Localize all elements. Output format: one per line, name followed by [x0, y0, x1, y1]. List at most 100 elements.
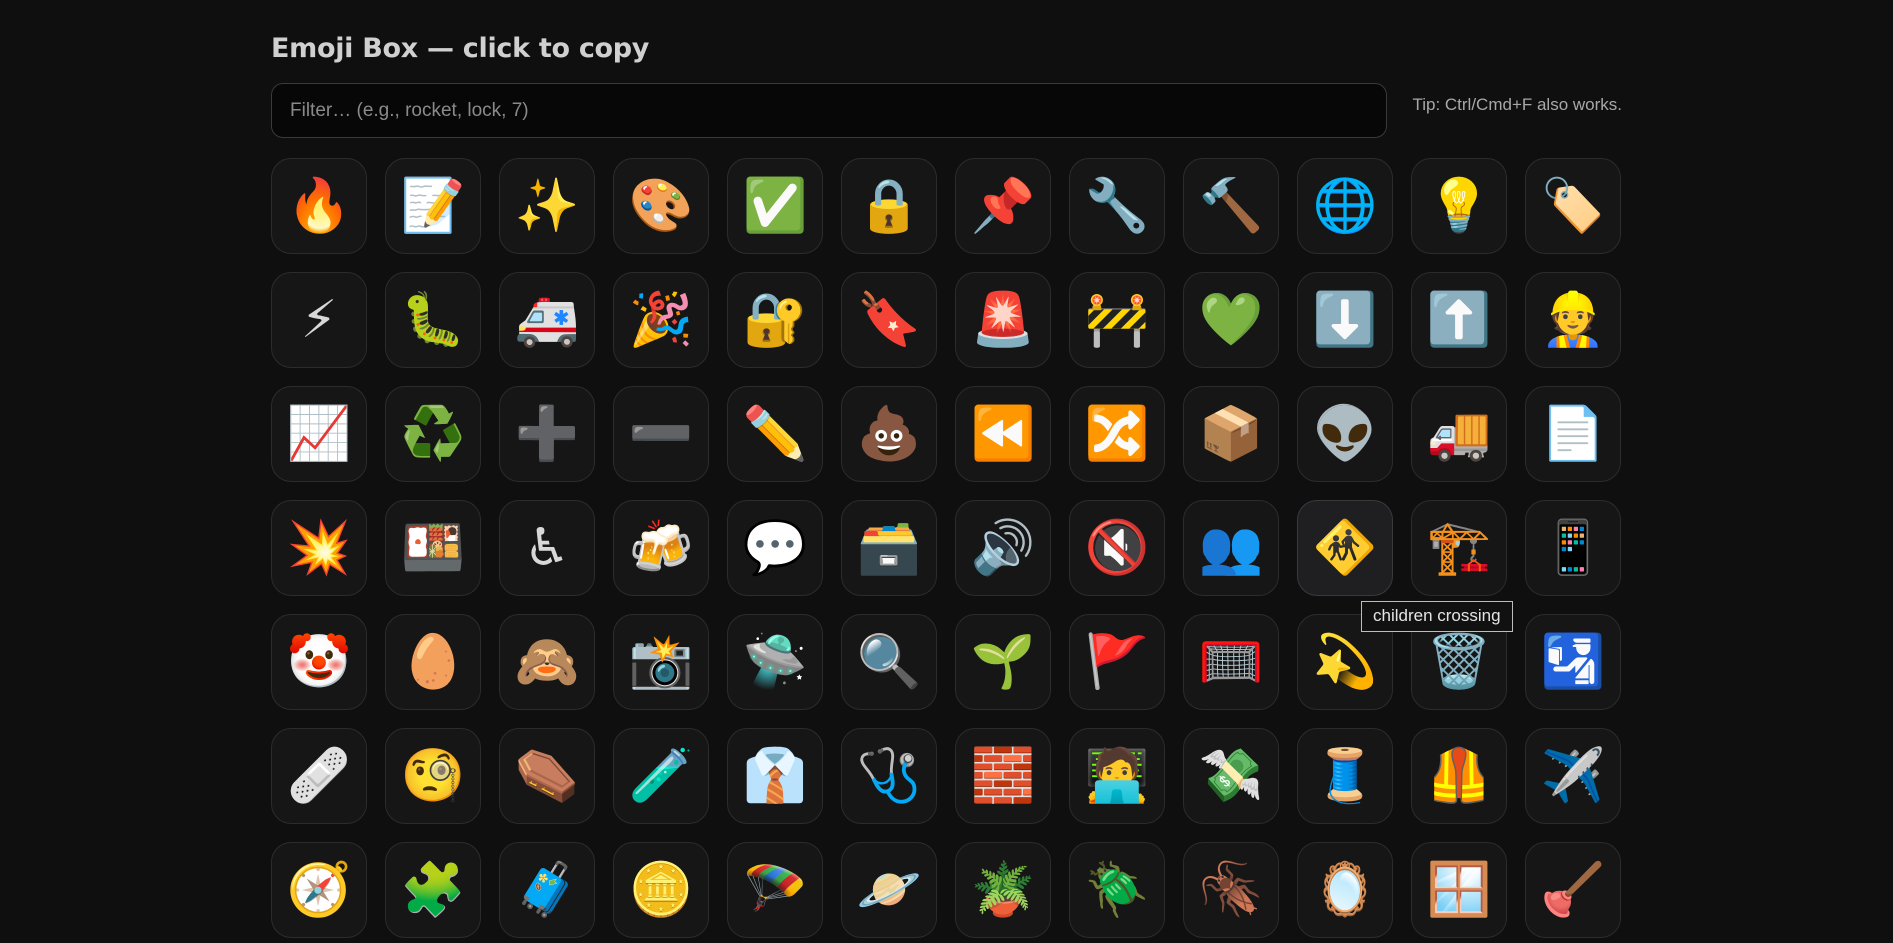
emoji-tile[interactable]: 🚑 [499, 272, 595, 368]
emoji-glyph: 📦 [1198, 404, 1264, 464]
emoji-glyph: 🎉 [628, 290, 694, 350]
emoji-tile[interactable]: 💸 [1183, 728, 1279, 824]
emoji-tile[interactable]: 🗃️ [841, 500, 937, 596]
emoji-tile[interactable]: ✏️ [727, 386, 823, 482]
emoji-glyph: 🔒 [856, 176, 922, 236]
emoji-tile[interactable]: 🪞 [1297, 842, 1393, 938]
emoji-tile[interactable]: ✅ [727, 158, 823, 254]
emoji-tile[interactable]: 🍱 [385, 500, 481, 596]
emoji-tile[interactable]: 🧳 [499, 842, 595, 938]
emoji-tile[interactable]: 🧪 [613, 728, 709, 824]
emoji-tile[interactable]: 🪴 [955, 842, 1051, 938]
emoji-glyph: 🙈 [514, 632, 580, 692]
emoji-tile[interactable]: 🩺 [841, 728, 937, 824]
emoji-tile[interactable]: 👽 [1297, 386, 1393, 482]
emoji-tile[interactable]: 🪳 [1183, 842, 1279, 938]
emoji-tile[interactable]: 🪠 [1525, 842, 1621, 938]
emoji-tile[interactable]: 🧑‍💻 [1069, 728, 1165, 824]
emoji-tile[interactable]: 🔐 [727, 272, 823, 368]
emoji-tile[interactable]: 👥 [1183, 500, 1279, 596]
emoji-tile[interactable]: 🙈 [499, 614, 595, 710]
emoji-tile[interactable]: 🚚 [1411, 386, 1507, 482]
emoji-tile[interactable]: ✈️ [1525, 728, 1621, 824]
emoji-tile[interactable]: 🤡 [271, 614, 367, 710]
emoji-tile[interactable]: 🔒 [841, 158, 937, 254]
emoji-tile[interactable]: ♻️ [385, 386, 481, 482]
emoji-glyph: 💫 [1312, 632, 1378, 692]
emoji-glyph: ✅ [742, 176, 808, 236]
emoji-tile[interactable]: 🚨 [955, 272, 1051, 368]
emoji-tile[interactable]: 🔊 [955, 500, 1051, 596]
emoji-tile[interactable]: ⏪ [955, 386, 1051, 482]
emoji-tile[interactable]: 🚸 [1297, 500, 1393, 596]
emoji-tile[interactable]: 🧩 [385, 842, 481, 938]
emoji-tile[interactable]: 🎉 [613, 272, 709, 368]
emoji-tile[interactable]: 📝 [385, 158, 481, 254]
emoji-tile[interactable]: 💥 [271, 500, 367, 596]
emoji-tile[interactable]: 🏗️ [1411, 500, 1507, 596]
emoji-tile[interactable]: 🧐 [385, 728, 481, 824]
emoji-tile[interactable]: 🥚 [385, 614, 481, 710]
emoji-tile[interactable]: 👷 [1525, 272, 1621, 368]
emoji-tile[interactable]: 📌 [955, 158, 1051, 254]
emoji-tile[interactable]: 🪟 [1411, 842, 1507, 938]
emoji-tile[interactable]: 🔨 [1183, 158, 1279, 254]
emoji-tile[interactable]: 🐛 [385, 272, 481, 368]
emoji-tile[interactable]: 📱 [1525, 500, 1621, 596]
emoji-tile[interactable]: 🦺 [1411, 728, 1507, 824]
emoji-tile[interactable]: ✨ [499, 158, 595, 254]
emoji-glyph: 📸 [628, 632, 694, 692]
filter-input[interactable] [271, 83, 1387, 138]
emoji-tile[interactable]: ➕ [499, 386, 595, 482]
emoji-tile[interactable]: 🚧 [1069, 272, 1165, 368]
emoji-glyph: 🛂 [1540, 632, 1606, 692]
emoji-grid: 🔥 📝 ✨ 🎨 ✅ 🔒 📌 🔧 🔨 🌐 💡 🏷️ ⚡ 🐛 🚑 🎉 🔐 🔖 🚨 🚧 💚 ⬇️ ⬆️ 👷 📈 ♻️ ➕ ➖ ✏️ 💩 ⏪ 🔀 📦 👽 🚚… [271, 158, 1621, 938]
app-container: Emoji Box — click to copy Tip: Ctrl/Cmd+… [271, 30, 1622, 938]
emoji-tile[interactable]: 🌱 [955, 614, 1051, 710]
emoji-tile[interactable]: 🌐 [1297, 158, 1393, 254]
emoji-tile[interactable]: 👔 [727, 728, 823, 824]
emoji-tile[interactable]: 🔀 [1069, 386, 1165, 482]
emoji-tile[interactable]: 💩 [841, 386, 937, 482]
emoji-glyph: ➕ [514, 404, 580, 464]
emoji-tile[interactable]: 💬 [727, 500, 823, 596]
emoji-tile[interactable]: 📈 [271, 386, 367, 482]
emoji-tile[interactable]: 📄 [1525, 386, 1621, 482]
emoji-tile[interactable]: 💚 [1183, 272, 1279, 368]
emoji-tile[interactable]: 🧱 [955, 728, 1051, 824]
emoji-tile[interactable]: ♿ [499, 500, 595, 596]
emoji-tile[interactable]: 🔥 [271, 158, 367, 254]
emoji-tile[interactable]: 📦 [1183, 386, 1279, 482]
emoji-tile[interactable]: ⬆️ [1411, 272, 1507, 368]
emoji-tile[interactable]: 🧭 [271, 842, 367, 938]
emoji-glyph: 🪐 [856, 860, 922, 920]
emoji-tile[interactable]: 🩹 [271, 728, 367, 824]
emoji-tile[interactable]: 🚩 [1069, 614, 1165, 710]
emoji-tile[interactable]: 📸 [613, 614, 709, 710]
emoji-tile[interactable]: 💡 [1411, 158, 1507, 254]
emoji-tile[interactable]: 🪙 [613, 842, 709, 938]
emoji-glyph: 🔧 [1084, 176, 1150, 236]
emoji-tile[interactable]: 🏷️ [1525, 158, 1621, 254]
emoji-tile[interactable]: ⚡ [271, 272, 367, 368]
emoji-tile[interactable]: 🔖 [841, 272, 937, 368]
emoji-glyph: 📄 [1540, 404, 1606, 464]
emoji-glyph: ⬆️ [1426, 290, 1492, 350]
emoji-tile[interactable]: 🛸 [727, 614, 823, 710]
emoji-tile[interactable]: 🍻 [613, 500, 709, 596]
emoji-tile[interactable]: 🪂 [727, 842, 823, 938]
emoji-tile[interactable]: 🎨 [613, 158, 709, 254]
emoji-tile[interactable]: 🔇 [1069, 500, 1165, 596]
emoji-tile[interactable]: ⬇️ [1297, 272, 1393, 368]
page-title: Emoji Box — click to copy [271, 33, 650, 64]
emoji-tile[interactable]: ⚰️ [499, 728, 595, 824]
emoji-tile[interactable]: 🧵 [1297, 728, 1393, 824]
emoji-tile[interactable]: 🪐 [841, 842, 937, 938]
emoji-tile[interactable]: 🪲 [1069, 842, 1165, 938]
emoji-tile[interactable]: 🔧 [1069, 158, 1165, 254]
emoji-tile[interactable]: ➖ [613, 386, 709, 482]
emoji-glyph: 🚧 [1084, 290, 1150, 350]
emoji-tile[interactable]: 🛂 [1525, 614, 1621, 710]
emoji-tile[interactable]: 🔍 [841, 614, 937, 710]
emoji-tile[interactable]: 🥅 [1183, 614, 1279, 710]
